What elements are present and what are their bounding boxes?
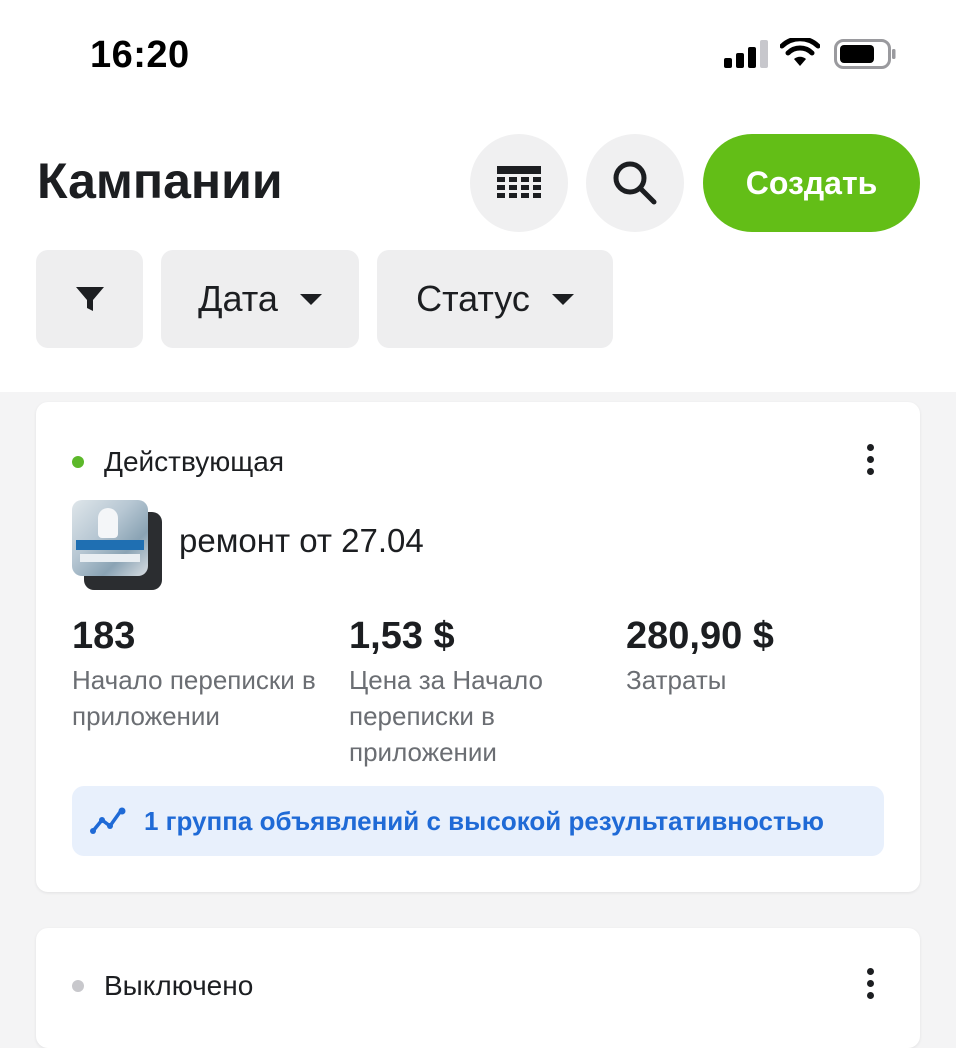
caret-down-icon xyxy=(299,293,322,305)
battery-icon xyxy=(834,39,896,69)
page-title: Кампании xyxy=(37,153,283,209)
metric-cost-per-result: 1,53 $ Цена за Начало переписки в прилож… xyxy=(349,614,579,770)
caret-down-icon xyxy=(551,293,574,305)
metric-label: Начало переписки в приложении xyxy=(72,665,316,731)
metric-value: 183 xyxy=(72,615,136,657)
metric-label: Цена за Начало переписки в приложении xyxy=(349,665,543,767)
date-filter-label: Дата xyxy=(198,278,278,319)
campaign-card[interactable]: Выключено xyxy=(36,928,920,1048)
metric-results: 183 Начало переписки в приложении xyxy=(72,614,332,734)
date-filter-dropdown[interactable]: Дата xyxy=(161,250,359,348)
status-dot-off xyxy=(72,980,84,992)
status-dot-active xyxy=(72,456,84,468)
more-options-icon[interactable] xyxy=(864,444,876,478)
filter-button[interactable] xyxy=(36,250,143,348)
campaign-status: Действующая xyxy=(72,446,284,478)
cellular-signal-icon xyxy=(724,40,768,68)
performance-highlight[interactable]: 1 группа объявлений с высокой результати… xyxy=(72,786,884,856)
campaign-thumbnail xyxy=(72,500,162,590)
status-time: 16:20 xyxy=(90,34,190,76)
more-options-icon[interactable] xyxy=(864,968,876,1002)
search-button[interactable] xyxy=(586,134,684,232)
metric-value: 280,90 $ xyxy=(626,615,774,657)
campaign-name[interactable]: ремонт от 27.04 xyxy=(179,522,424,560)
metric-spend: 280,90 $ Затраты xyxy=(626,614,886,698)
search-icon xyxy=(613,161,657,205)
status-filter-dropdown[interactable]: Статус xyxy=(377,250,613,348)
wifi-icon xyxy=(780,38,820,66)
metric-label: Затраты xyxy=(626,665,727,695)
highlight-text: 1 группа объявлений с высокой результати… xyxy=(144,805,824,836)
trend-up-icon xyxy=(90,807,126,834)
create-button[interactable]: Создать xyxy=(703,134,920,232)
table-view-button[interactable] xyxy=(470,134,568,232)
metric-value: 1,53 $ xyxy=(349,615,455,657)
campaign-status-label: Выключено xyxy=(104,970,254,1001)
campaign-card[interactable]: Действующая ремонт от 27.04 183 Начало п… xyxy=(36,402,920,892)
status-filter-label: Статус xyxy=(416,278,530,319)
filter-icon xyxy=(75,287,104,311)
campaign-status: Выключено xyxy=(72,970,253,1002)
campaign-status-label: Действующая xyxy=(104,446,285,477)
table-icon xyxy=(497,166,541,198)
